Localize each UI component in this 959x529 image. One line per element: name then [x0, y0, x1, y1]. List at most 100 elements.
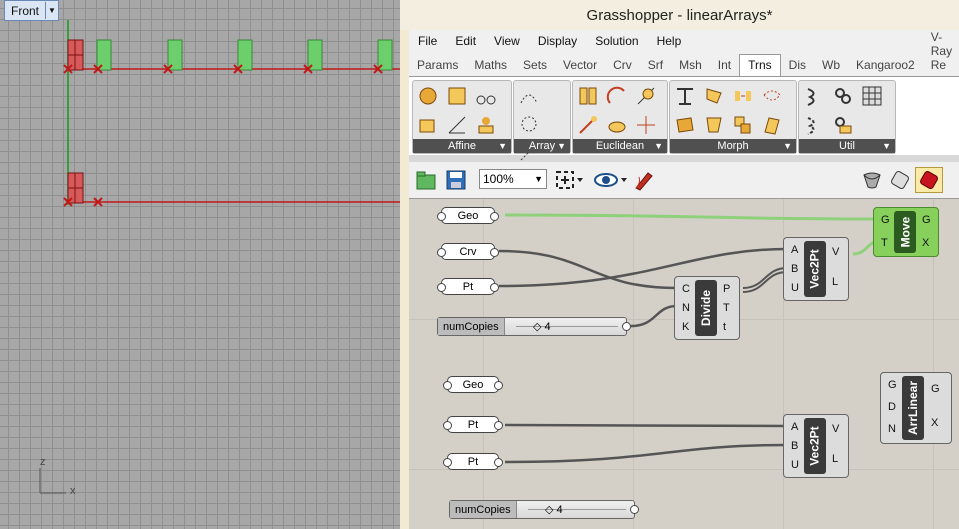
mirror-icon[interactable]: [575, 83, 601, 109]
input-pin-u[interactable]: U: [791, 459, 799, 471]
tab-srf[interactable]: Srf: [640, 55, 671, 76]
menu-solution[interactable]: Solution: [586, 34, 647, 48]
output-pin-v[interactable]: V: [832, 423, 839, 435]
output-pin-g[interactable]: G: [922, 214, 931, 226]
output-pin-g[interactable]: G: [931, 383, 940, 395]
rotate-icon[interactable]: [604, 83, 630, 109]
menu-edit[interactable]: Edit: [446, 34, 485, 48]
input-pin-a[interactable]: A: [791, 244, 798, 256]
box-map-icon[interactable]: [473, 112, 499, 138]
open-file-icon[interactable]: [415, 169, 437, 191]
surface-morph-icon[interactable]: [701, 112, 727, 138]
rotate-axis-icon[interactable]: [633, 83, 659, 109]
tab-crv[interactable]: Crv: [605, 55, 640, 76]
polar-array-icon[interactable]: [516, 111, 542, 137]
bend-deform-icon[interactable]: [730, 83, 756, 109]
input-pin-t[interactable]: T: [881, 237, 888, 249]
input-pin-a[interactable]: A: [791, 421, 798, 433]
orient-direction-icon[interactable]: [604, 112, 630, 138]
node-canvas[interactable]: Geo Crv Pt numCopies ◇ 4 C N K Divide P …: [409, 199, 959, 529]
input-pin-k[interactable]: K: [682, 321, 689, 333]
transform-matrix-icon[interactable]: [859, 83, 885, 109]
sporph-icon[interactable]: [759, 112, 785, 138]
rectangle-map-icon[interactable]: [444, 112, 470, 138]
expand-icon[interactable]: ▼: [498, 139, 507, 153]
split-icon[interactable]: [801, 112, 827, 138]
project-icon[interactable]: [444, 83, 470, 109]
tab-sets[interactable]: Sets: [515, 55, 555, 76]
preview-selected-icon[interactable]: [915, 167, 943, 193]
menu-help[interactable]: Help: [648, 34, 691, 48]
expand-icon[interactable]: ▼: [882, 139, 891, 153]
input-pin-n[interactable]: N: [682, 302, 690, 314]
save-file-icon[interactable]: [445, 169, 467, 191]
divide-component[interactable]: C N K Divide P T t: [674, 276, 740, 340]
output-pin-x[interactable]: X: [922, 237, 929, 249]
output-pin-p[interactable]: P: [723, 283, 730, 295]
blend-box-icon[interactable]: [672, 83, 698, 109]
num-copies-slider-2[interactable]: numCopies ◇ 4: [449, 500, 639, 519]
output-pin-l[interactable]: L: [832, 276, 838, 288]
maelstrom-icon[interactable]: [759, 83, 785, 109]
map-to-surface-icon[interactable]: [672, 112, 698, 138]
menu-display[interactable]: Display: [529, 34, 586, 48]
tab-dis[interactable]: Dis: [781, 55, 814, 76]
slider-track[interactable]: [516, 326, 618, 327]
input-pin-d[interactable]: D: [888, 401, 896, 413]
input-pin-b[interactable]: B: [791, 263, 798, 275]
rhino-viewport[interactable]: Front ▼ z x: [0, 0, 400, 529]
slider-value[interactable]: ◇ 4: [533, 320, 551, 333]
slider-value[interactable]: ◇ 4: [545, 503, 563, 516]
tab-trns[interactable]: Trns: [739, 54, 781, 76]
scale-icon[interactable]: [415, 112, 441, 138]
tab-int[interactable]: Int: [710, 55, 739, 76]
tab-vray[interactable]: V-Ray Re: [923, 27, 959, 76]
arrlinear-component[interactable]: G D N ArrLinear G X: [880, 372, 952, 444]
num-copies-slider[interactable]: numCopies ◇ 4: [437, 317, 631, 336]
zoom-select[interactable]: 100% ▼: [479, 169, 547, 189]
expand-icon[interactable]: ▼: [557, 139, 566, 153]
pt-param-2[interactable]: Pt: [443, 416, 503, 433]
inverse-icon[interactable]: [830, 83, 856, 109]
vec2pt-component[interactable]: A B U Vec2Pt V L: [783, 237, 849, 301]
box-morph-icon[interactable]: [701, 83, 727, 109]
move-away-icon[interactable]: [633, 112, 659, 138]
geo-param-2[interactable]: Geo: [443, 376, 503, 393]
move-component[interactable]: G T Move G X: [873, 207, 939, 257]
orient-icon[interactable]: [415, 83, 441, 109]
vec2pt-component-2[interactable]: A B U Vec2Pt V L: [783, 414, 849, 478]
menu-view[interactable]: View: [485, 34, 529, 48]
twisted-box-icon[interactable]: [730, 112, 756, 138]
output-pin-t-param[interactable]: t: [723, 321, 726, 333]
geo-param[interactable]: Geo: [437, 207, 499, 224]
menu-file[interactable]: File: [409, 34, 446, 48]
zoom-extents-icon[interactable]: [555, 169, 585, 191]
pt-param-3[interactable]: Pt: [443, 453, 503, 470]
crv-param[interactable]: Crv: [437, 243, 499, 260]
input-pin-g[interactable]: G: [881, 214, 890, 226]
tab-wb[interactable]: Wb: [814, 55, 848, 76]
input-pin-g[interactable]: G: [888, 379, 897, 391]
input-pin-b[interactable]: B: [791, 440, 798, 452]
compound-icon[interactable]: [801, 83, 827, 109]
output-pin-x[interactable]: X: [931, 417, 938, 429]
pt-param[interactable]: Pt: [437, 278, 499, 295]
slider-track[interactable]: [528, 509, 626, 510]
tab-msh[interactable]: Msh: [671, 55, 710, 76]
preview-wire-icon[interactable]: [860, 169, 884, 191]
output-pin-v[interactable]: V: [832, 246, 839, 258]
transform-icon[interactable]: [830, 112, 856, 138]
output-pin-l[interactable]: L: [832, 453, 838, 465]
shear-icon[interactable]: [473, 83, 499, 109]
tab-vector[interactable]: Vector: [555, 55, 605, 76]
expand-icon[interactable]: ▼: [654, 139, 663, 153]
sketch-pen-icon[interactable]: [633, 169, 655, 191]
tab-maths[interactable]: Maths: [466, 55, 515, 76]
preview-shaded-icon[interactable]: [889, 169, 913, 191]
curve-array-icon[interactable]: [516, 83, 542, 109]
expand-icon[interactable]: ▼: [783, 139, 792, 153]
output-pin-t[interactable]: T: [723, 302, 730, 314]
input-pin-u[interactable]: U: [791, 282, 799, 294]
move-icon[interactable]: [575, 112, 601, 138]
tab-kangaroo2[interactable]: Kangaroo2: [848, 55, 923, 76]
